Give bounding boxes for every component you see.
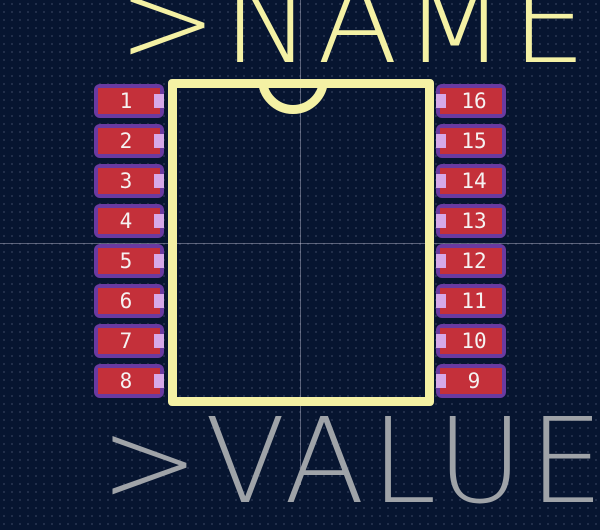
pad-4[interactable]: 4: [94, 204, 164, 238]
pad-number-label: 1: [119, 89, 133, 113]
pad-number-label: 9: [467, 369, 481, 393]
pad-number-label: 15: [461, 129, 487, 153]
pad-8[interactable]: 8: [94, 364, 164, 398]
pad-12[interactable]: 12: [436, 244, 506, 278]
ic-body-outline[interactable]: [168, 79, 434, 406]
pad-6[interactable]: 6: [94, 284, 164, 318]
pad-number-label: 5: [119, 249, 133, 273]
pin-lead: [154, 294, 164, 308]
pin-lead: [436, 94, 446, 108]
pin-lead: [436, 214, 446, 228]
pad-number-label: 12: [461, 249, 487, 273]
reference-designator-text[interactable]: >NAME: [118, 0, 592, 80]
pad-10[interactable]: 10: [436, 324, 506, 358]
pad-number-label: 16: [461, 89, 487, 113]
pad-number-label: 11: [461, 289, 487, 313]
pad-5[interactable]: 5: [94, 244, 164, 278]
pad-11[interactable]: 11: [436, 284, 506, 318]
pad-9[interactable]: 9: [436, 364, 506, 398]
pad-3[interactable]: 3: [94, 164, 164, 198]
pin-lead: [436, 134, 446, 148]
pad-1[interactable]: 1: [94, 84, 164, 118]
pin-lead: [436, 334, 446, 348]
pad-number-label: 6: [119, 289, 133, 313]
pad-number-label: 14: [461, 169, 487, 193]
pad-number-label: 2: [119, 129, 133, 153]
pin-lead: [154, 214, 164, 228]
pin1-notch: [258, 79, 328, 124]
pad-number-label: 4: [119, 209, 133, 233]
pin-lead: [436, 254, 446, 268]
pin-lead: [436, 174, 446, 188]
pad-7[interactable]: 7: [94, 324, 164, 358]
value-text[interactable]: >VALUE: [100, 402, 600, 520]
pad-2[interactable]: 2: [94, 124, 164, 158]
pin-lead: [154, 374, 164, 388]
pad-number-label: 8: [119, 369, 133, 393]
pad-13[interactable]: 13: [436, 204, 506, 238]
pin-lead: [436, 294, 446, 308]
pin-lead: [436, 374, 446, 388]
pin-lead: [154, 174, 164, 188]
pad-number-label: 7: [119, 329, 133, 353]
pad-14[interactable]: 14: [436, 164, 506, 198]
pcb-canvas[interactable]: >NAME >VALUE 12345678 16 15 14 13 12 11 10 9: [0, 0, 600, 520]
pad-15[interactable]: 15: [436, 124, 506, 158]
pad-number-label: 13: [461, 209, 487, 233]
pad-16[interactable]: 16: [436, 84, 506, 118]
pad-number-label: 3: [119, 169, 133, 193]
pin-lead: [154, 134, 164, 148]
pin-lead: [154, 254, 164, 268]
pad-number-label: 10: [461, 329, 487, 353]
pin-lead: [154, 334, 164, 348]
pin-lead: [154, 94, 164, 108]
